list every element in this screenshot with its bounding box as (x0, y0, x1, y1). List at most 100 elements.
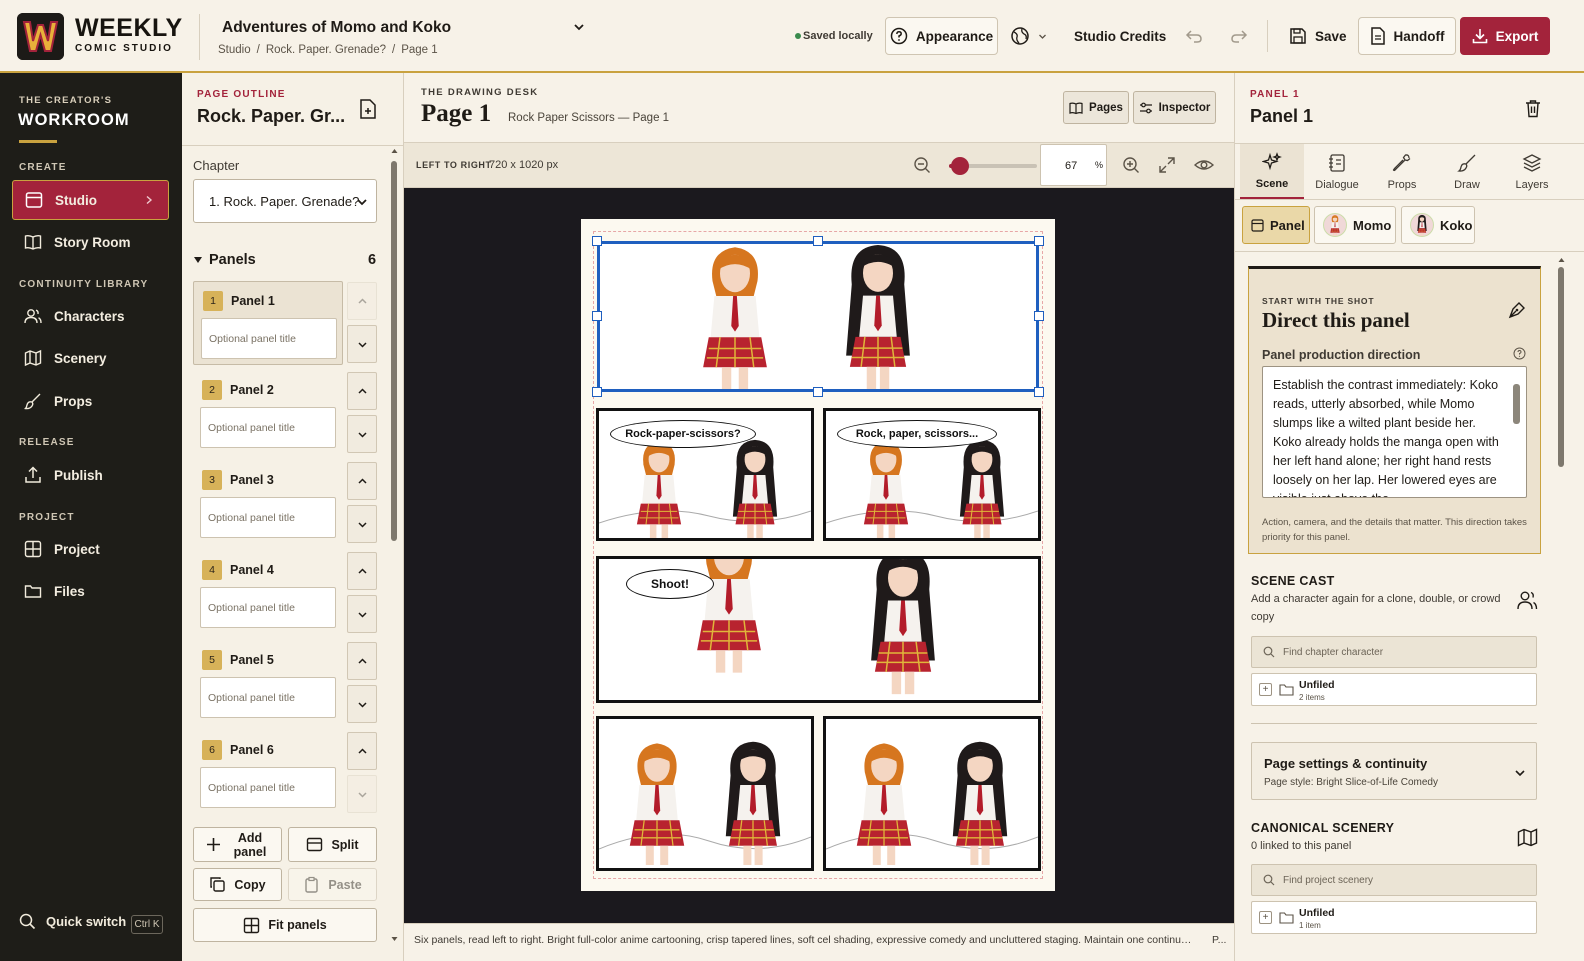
zoom-input[interactable]: 67 % (1040, 144, 1107, 186)
panel-row-2[interactable]: 2 Panel 2 Optional panel title (193, 371, 343, 455)
nav-item-story-room[interactable]: Story Room (12, 222, 169, 262)
comic-panel-6[interactable] (823, 716, 1041, 871)
split-button[interactable]: Split (288, 827, 377, 862)
panel-row-4[interactable]: 4 Panel 4 Optional panel title (193, 551, 343, 635)
comic-panel-1[interactable] (597, 241, 1039, 392)
tab-layers[interactable]: Layers (1500, 144, 1564, 199)
panels-section-toggle[interactable]: Panels (193, 252, 256, 268)
speech-bubble[interactable]: Rock, paper, scissors... (837, 420, 997, 448)
pages-button[interactable]: Pages (1063, 91, 1129, 124)
panel-title-input[interactable]: Optional panel title (200, 497, 336, 538)
zoom-slider-handle[interactable] (950, 157, 969, 175)
panel-title-input[interactable]: Optional panel title (200, 407, 336, 448)
move-panel-down-button[interactable] (347, 775, 377, 813)
resize-handle[interactable] (1034, 311, 1044, 321)
nav-item-props[interactable]: Props (12, 381, 169, 421)
nav-item-files[interactable]: Files (12, 571, 169, 611)
nav-item-studio[interactable]: Studio (12, 180, 169, 220)
chip-momo[interactable]: Momo (1314, 206, 1396, 244)
expand-folder-button[interactable]: + (1259, 683, 1272, 696)
tab-props[interactable]: Props (1370, 144, 1434, 199)
comic-panel-2[interactable]: Rock-paper-scissors? (596, 408, 814, 541)
expand-folder-button[interactable]: + (1259, 911, 1272, 924)
panel-row-6[interactable]: 6 Panel 6 Optional panel title (193, 731, 343, 815)
zoom-in-icon[interactable] (1122, 156, 1140, 174)
inspector-scrollbar[interactable] (1557, 255, 1566, 955)
tab-scene[interactable]: Scene (1240, 144, 1304, 199)
inspector-scroll-thumb[interactable] (1558, 267, 1564, 467)
resize-handle[interactable] (592, 311, 602, 321)
move-panel-down-button[interactable] (347, 685, 377, 723)
direction-textarea[interactable]: Establish the contrast immediately: Koko… (1262, 366, 1527, 498)
chip-panel[interactable]: Panel (1242, 206, 1310, 244)
panel-row-1[interactable]: 1 Panel 1 Optional panel title (193, 281, 343, 365)
move-panel-up-button[interactable] (347, 642, 377, 680)
drawing-canvas[interactable]: Rock-paper-scissors? Rock, paper, scisso… (404, 188, 1234, 923)
fit-panels-button[interactable]: Fit panels (193, 908, 377, 942)
speech-bubble[interactable]: Rock-paper-scissors? (610, 420, 756, 448)
fullscreen-icon[interactable] (1158, 156, 1176, 174)
handoff-button[interactable]: Handoff (1358, 17, 1456, 55)
scenery-search-input[interactable]: Find project scenery (1251, 864, 1537, 896)
chevron-down-icon[interactable] (572, 20, 586, 34)
resize-handle[interactable] (813, 387, 823, 397)
panel-row-3[interactable]: 3 Panel 3 Optional panel title (193, 461, 343, 545)
users-icon[interactable] (1516, 589, 1538, 611)
panel-title-input[interactable]: Optional panel title (201, 318, 337, 359)
appearance-button[interactable]: Appearance (885, 17, 998, 55)
nav-item-project[interactable]: Project (12, 529, 169, 569)
breadcrumb-chapter[interactable]: Rock. Paper. Grenade? (266, 44, 386, 56)
panel-title-input[interactable]: Optional panel title (200, 677, 336, 718)
chip-koko[interactable]: Koko (1401, 206, 1475, 244)
move-panel-up-button[interactable] (347, 372, 377, 410)
redo-icon[interactable] (1230, 27, 1248, 45)
resize-handle[interactable] (813, 236, 823, 246)
speech-bubble[interactable]: Shoot! (626, 569, 714, 599)
new-page-icon[interactable] (359, 99, 377, 119)
copy-button[interactable]: Copy (193, 868, 282, 901)
move-panel-down-button[interactable] (347, 415, 377, 453)
page-settings-accordion[interactable]: Page settings & continuity Page style: B… (1251, 742, 1537, 800)
move-panel-down-button[interactable] (347, 505, 377, 543)
nav-item-characters[interactable]: Characters (12, 296, 169, 336)
help-circle-icon[interactable] (1513, 347, 1526, 360)
export-button[interactable]: Export (1460, 17, 1550, 55)
move-panel-up-button[interactable] (347, 732, 377, 770)
panel-row-5[interactable]: 5 Panel 5 Optional panel title (193, 641, 343, 725)
project-title[interactable]: Adventures of Momo and Koko (222, 19, 451, 37)
nav-item-publish[interactable]: Publish (12, 455, 169, 495)
character-search-input[interactable]: Find chapter character (1251, 636, 1537, 668)
inspector-button[interactable]: Inspector (1133, 91, 1216, 124)
panel-title-input[interactable]: Optional panel title (200, 587, 336, 628)
studio-credits-button[interactable]: Studio Credits (1074, 17, 1166, 55)
textarea-scroll-thumb[interactable] (1513, 384, 1520, 424)
save-button[interactable]: Save (1289, 17, 1347, 55)
theme-menu-button[interactable] (1010, 17, 1050, 55)
outline-scrollbar[interactable] (390, 146, 399, 941)
resize-handle[interactable] (1034, 387, 1044, 397)
resize-handle[interactable] (1034, 236, 1044, 246)
eye-icon[interactable] (1194, 156, 1214, 174)
move-panel-down-button[interactable] (347, 325, 377, 363)
scenery-folder-row[interactable]: + Unfiled 1 item (1251, 901, 1537, 934)
tab-draw[interactable]: Draw (1435, 144, 1499, 199)
page-direction-caption[interactable]: Six panels, read left to right. Bright f… (404, 923, 1234, 961)
add-panel-button[interactable]: Add panel (193, 827, 282, 862)
nav-item-scenery[interactable]: Scenery (12, 338, 169, 378)
move-panel-up-button[interactable] (347, 462, 377, 500)
trash-icon[interactable] (1524, 99, 1542, 118)
quick-switch-button[interactable]: Quick switch (19, 913, 126, 930)
breadcrumb-studio[interactable]: Studio (218, 44, 251, 56)
panel-title-input[interactable]: Optional panel title (200, 767, 336, 808)
map-icon[interactable] (1517, 828, 1538, 847)
comic-panel-4[interactable]: Shoot! (596, 556, 1041, 703)
resize-handle[interactable] (592, 387, 602, 397)
paste-button[interactable]: Paste (288, 868, 377, 901)
outline-scroll-thumb[interactable] (391, 161, 397, 541)
tab-dialogue[interactable]: Dialogue (1305, 144, 1369, 199)
comic-panel-3[interactable]: Rock, paper, scissors... (823, 408, 1041, 541)
character-folder-row[interactable]: + Unfiled 2 items (1251, 673, 1537, 706)
chapter-select[interactable]: 1. Rock. Paper. Grenade? (193, 179, 377, 223)
move-panel-up-button[interactable] (347, 282, 377, 320)
move-panel-up-button[interactable] (347, 552, 377, 590)
